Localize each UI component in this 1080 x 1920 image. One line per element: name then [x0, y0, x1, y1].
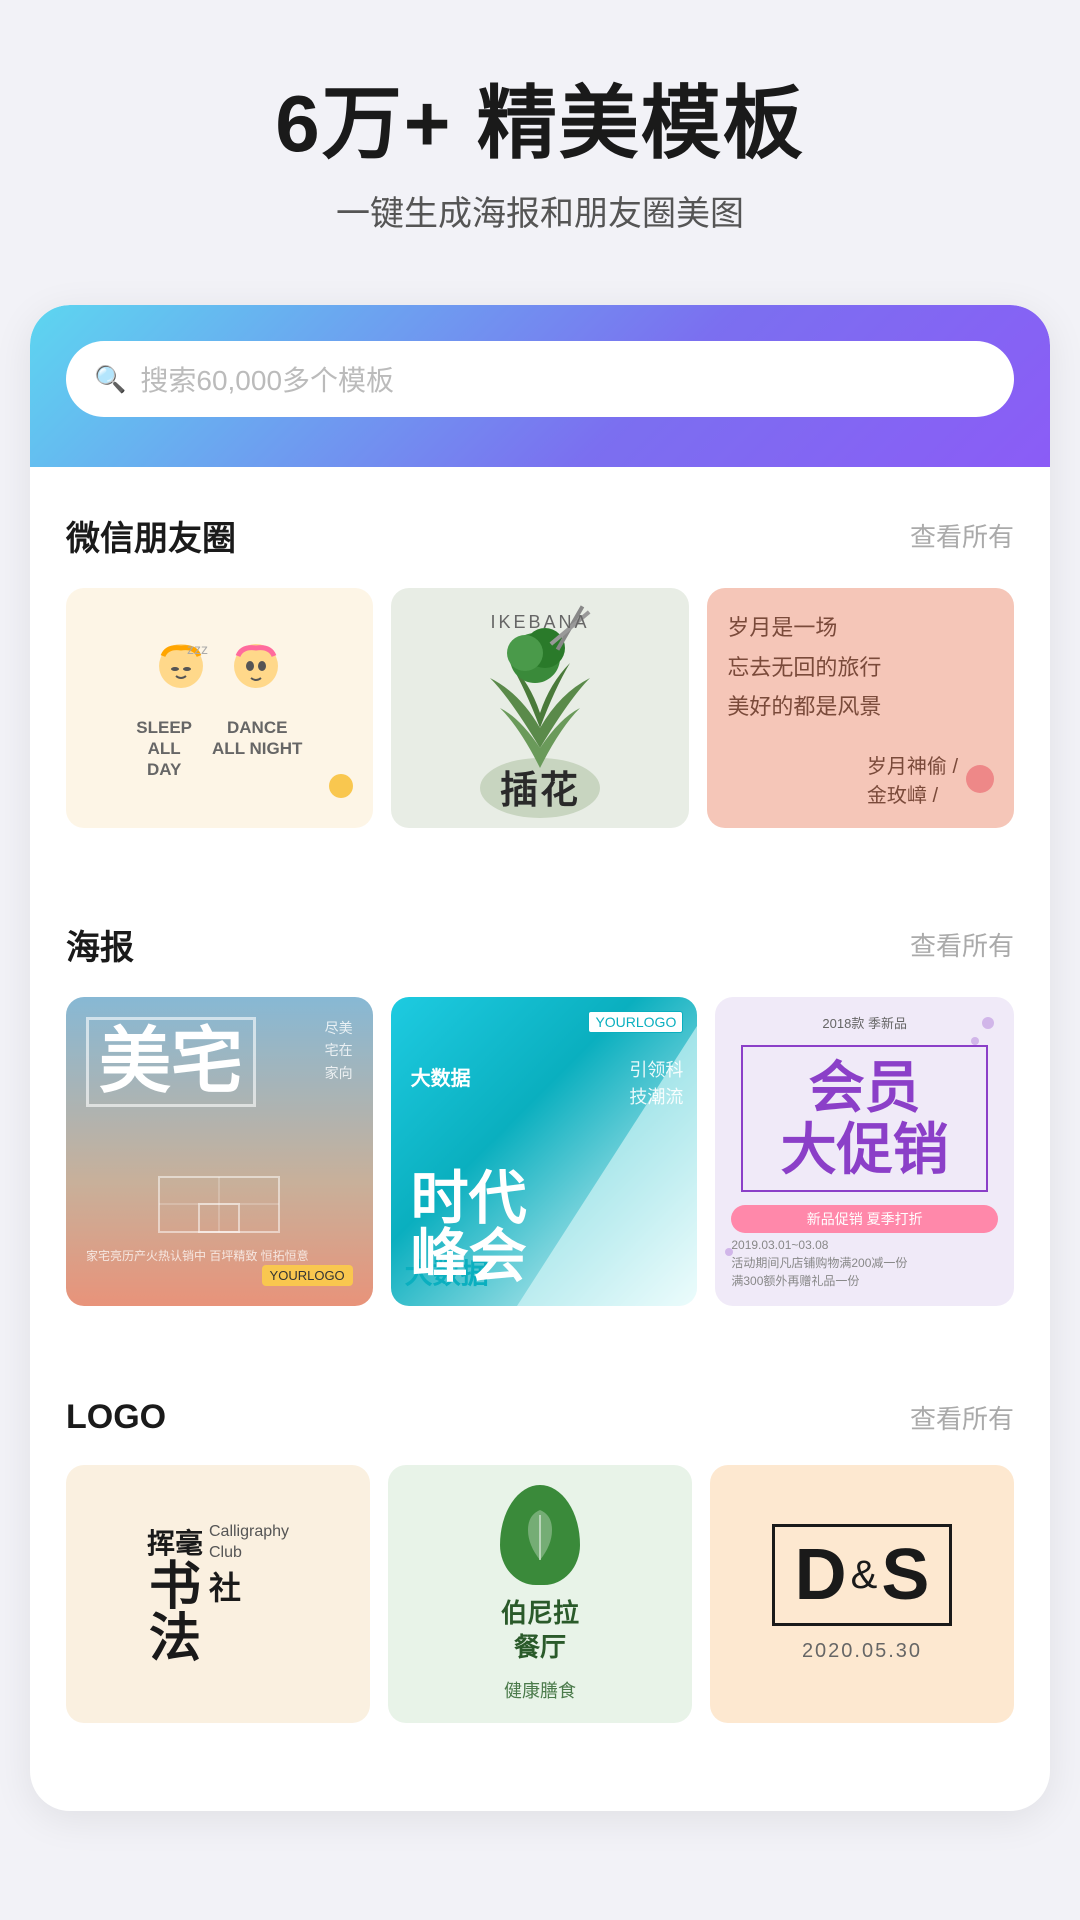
poem-text: 岁月是一场 忘去无回的旅行 美好的都是风景 [727, 608, 994, 727]
logo-card-calligraphy[interactable]: 挥毫 书 法 Calligraphy Club 社 [66, 1465, 370, 1723]
calligraphy-text-area: Calligraphy Club 社 [209, 1522, 289, 1614]
character-dance-icon [224, 636, 289, 701]
wechat-section: 微信朋友圈 查看所有 zzz [30, 467, 1050, 828]
logo-see-all[interactable]: 查看所有 [910, 1399, 1014, 1436]
logo-card-ds[interactable]: D & S 2020.05.30 [710, 1465, 1014, 1723]
restaurant-logo: 伯尼拉 餐厅 健康膳食 [500, 1485, 580, 1703]
svg-text:zzz: zzz [187, 641, 208, 657]
restaurant-subtitle: 健康膳食 [504, 1677, 576, 1703]
app-card: 🔍 搜索60,000多个模板 微信朋友圈 查看所有 zz [30, 305, 1050, 1811]
hero-section: 6万+ 精美模板 一键生成海报和朋友圈美图 [0, 0, 1080, 275]
sleep-label: SLEEP ALL DAY [136, 717, 192, 781]
calligraphy-she-char: 社 [209, 1563, 241, 1609]
ds-logo-box: D & S [772, 1524, 953, 1626]
meizhai-logo: YOURLOGO [262, 1265, 353, 1286]
search-icon: 🔍 [94, 364, 126, 395]
logo-section: LOGO 查看所有 挥毫 书 法 Calligraphy Club 社 [30, 1354, 1050, 1723]
ds-ampersand: & [851, 1553, 878, 1598]
poem-author2: 金玫嶂 / [867, 779, 958, 808]
member-title: 会员 大促销 [753, 1057, 976, 1180]
poem-badge-icon [966, 765, 994, 793]
sun-badge-icon [329, 774, 353, 798]
calligraphy-club-cn: Club [209, 1543, 242, 1564]
restaurant-name: 伯尼拉 餐厅 [501, 1597, 579, 1665]
member-promo-banner: 新品促销 夏季打折 [731, 1205, 998, 1233]
logo-section-title: LOGO [66, 1398, 166, 1437]
deco-dot-1 [982, 1017, 994, 1029]
wechat-card-poem[interactable]: 岁月是一场 忘去无回的旅行 美好的都是风景 岁月神偷 / 金玫嶂 / [707, 588, 1014, 828]
poster-card-bigdata[interactable]: YOURLOGO 大数据 时代 峰会 引领科 技潮流 大数据 [391, 997, 698, 1306]
search-placeholder-text: 搜索60,000多个模板 [140, 359, 394, 399]
poem-footer: 岁月神偷 / 金玫嶂 / [727, 750, 994, 808]
poster-card-meizhai[interactable]: 美宅 尽美 宅在 家向 家宅亮历产火热认销中 [66, 997, 373, 1306]
search-bar[interactable]: 🔍 搜索60,000多个模板 [66, 341, 1014, 417]
ds-letter-s: S [881, 1539, 929, 1611]
logo-card-restaurant[interactable]: 伯尼拉 餐厅 健康膳食 [388, 1465, 692, 1723]
bigdata-side-text: 引领科 技潮流 [629, 1057, 683, 1111]
hero-subtitle: 一键生成海报和朋友圈美图 [40, 186, 1040, 235]
poster-section: 海报 查看所有 美宅 尽美 宅在 家向 [30, 876, 1050, 1306]
meizhai-title: 美宅 [86, 1017, 256, 1107]
calligraphy-brush-area: 挥毫 书 法 [147, 1522, 203, 1666]
leaf-svg [520, 1505, 560, 1565]
poster-section-header: 海报 查看所有 [66, 920, 1014, 969]
ikebana-cn-label: 插花 [391, 759, 690, 814]
deco-dot-2 [971, 1037, 979, 1045]
bigdata-main: 时代 峰会 [411, 1170, 678, 1286]
search-header: 🔍 搜索60,000多个模板 [30, 305, 1050, 467]
poster-cards-row: 美宅 尽美 宅在 家向 家宅亮历产火热认销中 [66, 997, 1014, 1306]
calligraphy-fa-char: 法 [149, 1614, 201, 1666]
ds-date: 2020.05.30 [802, 1640, 922, 1663]
poster-section-title: 海报 [66, 920, 134, 969]
meizhai-sub-text: 尽美 宅在 家向 [325, 1017, 353, 1084]
wechat-card-ikebana[interactable]: IKEBANA 插花 [391, 588, 690, 828]
calligraphy-logo: 挥毫 书 法 Calligraphy Club 社 [147, 1522, 289, 1666]
bigdata-prefix: 大数据 [411, 1067, 471, 1091]
ikebana-en-label: IKEBANA [391, 612, 690, 633]
wechat-cards-row: zzz SLEEP ALL DAY [66, 588, 1014, 828]
wechat-section-header: 微信朋友圈 查看所有 [66, 511, 1014, 560]
hero-title: 6万+ 精美模板 [40, 80, 1040, 168]
poem-author1: 岁月神偷 / [867, 750, 958, 779]
meizhai-footer-text: 家宅亮历产火热认销中 百坪精致 恒拓恒意 [86, 1247, 353, 1265]
member-year-label: 2018款 季新品 [731, 1013, 998, 1032]
wechat-section-title: 微信朋友圈 [66, 511, 236, 560]
logo-section-header: LOGO 查看所有 [66, 1398, 1014, 1437]
member-title-box: 会员 大促销 [741, 1045, 988, 1192]
character-sleep-icon: zzz [149, 636, 214, 701]
wechat-see-all[interactable]: 查看所有 [910, 517, 1014, 554]
calligraphy-brush-chars: 挥毫 [147, 1522, 203, 1562]
poster-see-all[interactable]: 查看所有 [910, 926, 1014, 963]
member-details: 2019.03.01~03.08 活动期间凡店铺购物满200减一份 满300额外… [731, 1236, 998, 1290]
wechat-card-sleep-dance[interactable]: zzz SLEEP ALL DAY [66, 588, 373, 828]
logo-cards-row: 挥毫 书 法 Calligraphy Club 社 [66, 1465, 1014, 1723]
poster-card-member[interactable]: 2018款 季新品 会员 大促销 新品促销 夏季打折 2019.03.01~03… [715, 997, 1014, 1306]
meizhai-house-illustration [139, 1117, 299, 1237]
ds-letter-d: D [795, 1539, 847, 1611]
calligraphy-shu-char: 书 [149, 1562, 201, 1614]
restaurant-leaf-icon [500, 1485, 580, 1585]
calligraphy-club-en: Calligraphy [209, 1522, 289, 1543]
dance-label: DANCE ALL NIGHT [212, 717, 302, 781]
